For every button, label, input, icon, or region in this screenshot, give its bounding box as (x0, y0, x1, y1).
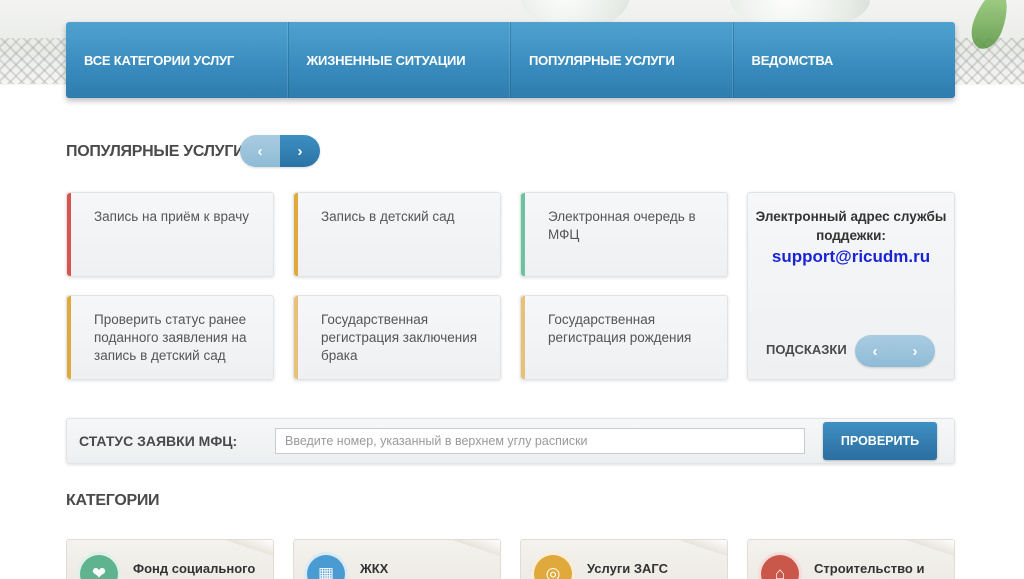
category-label: Фонд социального (133, 561, 256, 576)
service-card-label: Запись на приём к врачу (94, 209, 249, 224)
nav-all-categories[interactable]: ВСЕ КАТЕГОРИИ УСЛУГ (66, 22, 289, 98)
nav-popular-services[interactable]: ПОПУЛЯРНЫЕ УСЛУГИ (511, 22, 734, 98)
status-label: СТАТУС ЗАЯВКИ МФЦ: (79, 433, 238, 449)
service-card-label: Государственная регистрация рождения (548, 312, 692, 345)
building-icon: ▦ (304, 552, 348, 579)
construction-icon: ⌂ (758, 552, 802, 579)
popular-pager: ‹ › (240, 135, 320, 167)
hints-pager: ‹ › (855, 335, 935, 367)
category-label: Строительство и (814, 561, 925, 576)
hints-label: ПОДСКАЗКИ (766, 342, 847, 357)
service-card[interactable]: Запись на приём к врачу (66, 192, 274, 277)
service-card[interactable]: Электронная очередь в МФЦ (520, 192, 728, 277)
popular-services-title: ПОПУЛЯРНЫЕ УСЛУГИ (66, 143, 245, 160)
service-card-label: Запись в детский сад (321, 209, 455, 224)
category-card[interactable]: ❤ Фонд социального (66, 539, 274, 579)
category-card[interactable]: ⌂ Строительство и (747, 539, 955, 579)
ornament-left (0, 38, 66, 84)
service-card-label: Электронная очередь в МФЦ (548, 209, 696, 242)
rings-icon: ◎ (531, 552, 575, 579)
support-label: Электронный адрес службы поддежки: (755, 209, 947, 243)
mfc-status-bar: СТАТУС ЗАЯВКИ МФЦ: ПРОВЕРИТЬ (66, 418, 955, 464)
chevron-left-icon[interactable]: ‹ (240, 135, 280, 167)
service-card-label: Проверить статус ранее поданного заявлен… (94, 312, 247, 363)
chevron-right-icon[interactable]: › (280, 135, 320, 167)
page-fold (679, 540, 727, 556)
nav-departments[interactable]: ВЕДОМСТВА (734, 22, 956, 98)
page-fold (452, 540, 500, 556)
service-card[interactable]: Проверить статус ранее поданного заявлен… (66, 295, 274, 380)
categories-title: КАТЕГОРИИ (66, 492, 160, 509)
support-email-link[interactable]: support@ricudm.ru (748, 247, 954, 267)
category-label: Услуги ЗАГС (587, 561, 668, 576)
receipt-number-input[interactable] (275, 428, 805, 454)
main-nav: ВСЕ КАТЕГОРИИ УСЛУГ ЖИЗНЕННЫЕ СИТУАЦИИ П… (66, 22, 955, 98)
chevron-left-icon[interactable]: ‹ (855, 335, 895, 367)
service-card-label: Государственная регистрация заключения б… (321, 312, 478, 363)
nav-life-situations[interactable]: ЖИЗНЕННЫЕ СИТУАЦИИ (289, 22, 511, 98)
category-label: ЖКХ (360, 561, 389, 576)
category-card[interactable]: ▦ ЖКХ (293, 539, 501, 579)
service-card[interactable]: Запись в детский сад (293, 192, 501, 277)
service-card[interactable]: Государственная регистрация рождения (520, 295, 728, 380)
category-card[interactable]: ◎ Услуги ЗАГС (520, 539, 728, 579)
page-fold (906, 540, 954, 556)
support-box: Электронный адрес службы поддежки: suppo… (747, 192, 955, 380)
service-card[interactable]: Государственная регистрация заключения б… (293, 295, 501, 380)
heart-hands-icon: ❤ (77, 552, 121, 579)
check-button[interactable]: ПРОВЕРИТЬ (823, 422, 937, 460)
page-fold (225, 540, 273, 556)
chevron-right-icon[interactable]: › (895, 335, 935, 367)
